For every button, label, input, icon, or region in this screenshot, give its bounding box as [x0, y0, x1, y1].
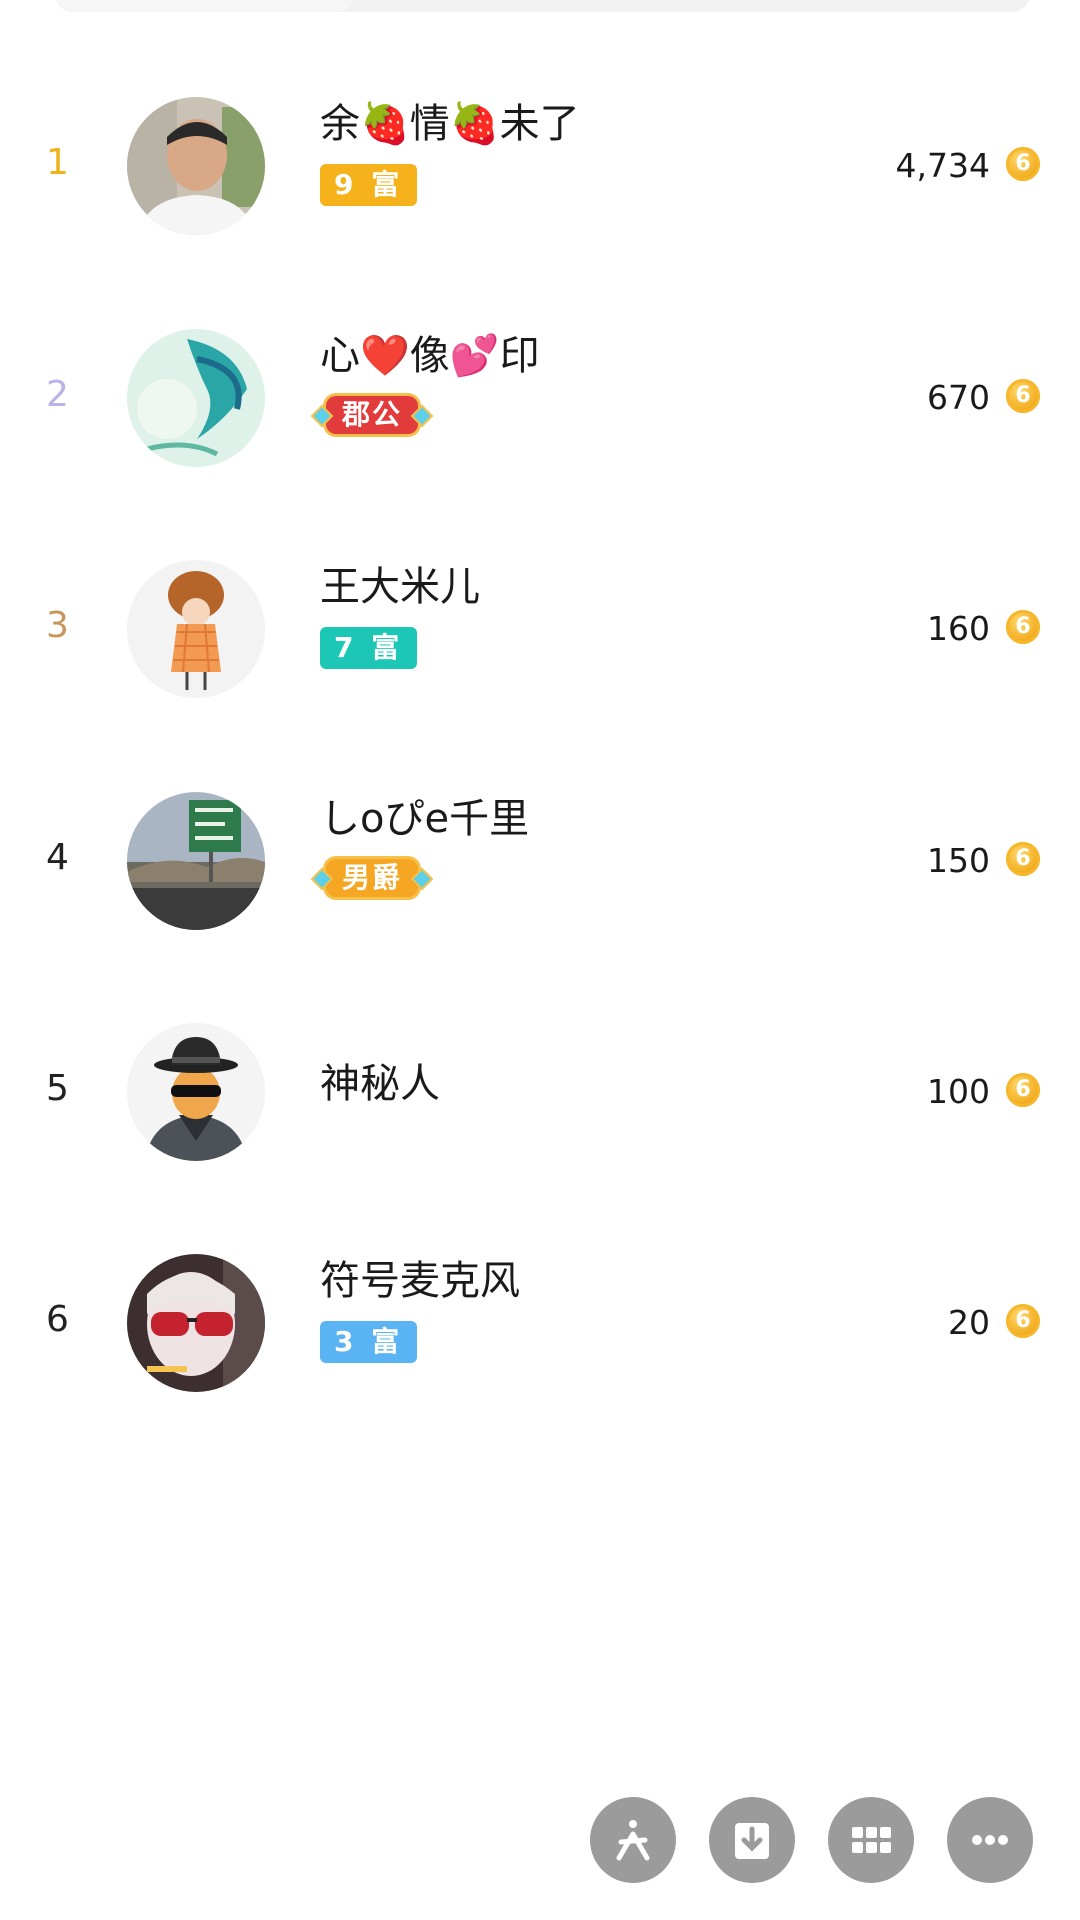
list-item[interactable]: 3 王大米儿 7 富 160 6 — [0, 513, 1080, 743]
gem-right-icon — [410, 404, 434, 428]
list-item[interactable]: 4 しoぴe千里 男爵 150 6 — [0, 745, 1080, 975]
grid-icon — [852, 1827, 891, 1853]
avatar-image — [127, 1023, 265, 1161]
more-button[interactable] — [947, 1797, 1033, 1883]
list-item[interactable]: 1 余🍓情🍓未了 9 富 4,734 6 — [0, 50, 1080, 280]
user-name[interactable]: 余🍓情🍓未了 — [320, 96, 580, 152]
list-item[interactable]: 5 神秘人 100 6 — [0, 976, 1080, 1206]
rank-number: 3 — [46, 605, 69, 646]
user-name[interactable]: 王大米儿 — [320, 559, 480, 615]
user-name[interactable]: 神秘人 — [320, 1056, 440, 1112]
coin-icon: 6 — [1006, 610, 1040, 644]
avatar[interactable] — [127, 560, 265, 698]
download-icon — [735, 1823, 769, 1859]
wealth-level-badge: 7 富 — [320, 627, 418, 669]
avatar-image — [127, 1254, 265, 1392]
coin-score: 150 — [927, 841, 990, 880]
coin-icon: 6 — [1006, 842, 1040, 876]
avatar-image — [127, 329, 265, 467]
noble-rank-badge: 男爵 — [310, 859, 434, 897]
rank-number: 4 — [46, 837, 69, 878]
avatar-image — [127, 560, 265, 698]
gem-left-icon — [310, 867, 334, 891]
noble-rank-label: 男爵 — [342, 861, 403, 894]
avatar-image — [127, 792, 265, 930]
download-button[interactable] — [709, 1797, 795, 1883]
apps-button[interactable] — [828, 1797, 914, 1883]
coin-icon: 6 — [1006, 147, 1040, 181]
coin-score: 20 — [948, 1303, 990, 1342]
bottom-action-bar — [0, 1797, 1080, 1887]
avatar[interactable] — [127, 97, 265, 235]
kuaishou-share-button[interactable] — [590, 1797, 676, 1883]
rank-number: 2 — [46, 374, 69, 415]
avatar[interactable] — [127, 329, 265, 467]
kuaishou-icon — [616, 1820, 650, 1861]
noble-rank-badge: 郡公 — [310, 396, 434, 434]
wealth-level-badge: 9 富 — [320, 164, 418, 206]
coin-score: 4,734 — [895, 146, 990, 185]
list-item[interactable]: 2 心❤️像💕印 郡公 670 6 — [0, 282, 1080, 512]
coin-icon: 6 — [1006, 379, 1040, 413]
coin-icon: 6 — [1006, 1073, 1040, 1107]
rank-number: 1 — [46, 142, 69, 183]
gem-left-icon — [310, 404, 334, 428]
noble-rank-label: 郡公 — [342, 398, 403, 431]
coin-score: 160 — [927, 609, 990, 648]
top-tab-selected[interactable] — [55, 0, 355, 12]
user-name[interactable]: 符号麦克风 — [320, 1253, 520, 1309]
user-name[interactable]: しoぴe千里 — [320, 791, 529, 847]
wealth-level-badge: 3 富 — [320, 1321, 418, 1363]
more-icon — [972, 1835, 1008, 1845]
user-name[interactable]: 心❤️像💕印 — [320, 328, 540, 384]
coin-score: 670 — [927, 378, 990, 417]
gem-right-icon — [410, 867, 434, 891]
avatar[interactable] — [127, 792, 265, 930]
avatar-image — [127, 97, 265, 235]
list-item[interactable]: 6 符号麦克风 3 富 20 6 — [0, 1207, 1080, 1437]
rank-number: 6 — [46, 1299, 69, 1340]
top-tab-strip — [55, 0, 1030, 12]
coin-icon: 6 — [1006, 1304, 1040, 1338]
avatar[interactable] — [127, 1254, 265, 1392]
avatar[interactable] — [127, 1023, 265, 1161]
coin-score: 100 — [927, 1072, 990, 1111]
rank-number: 5 — [46, 1068, 69, 1109]
